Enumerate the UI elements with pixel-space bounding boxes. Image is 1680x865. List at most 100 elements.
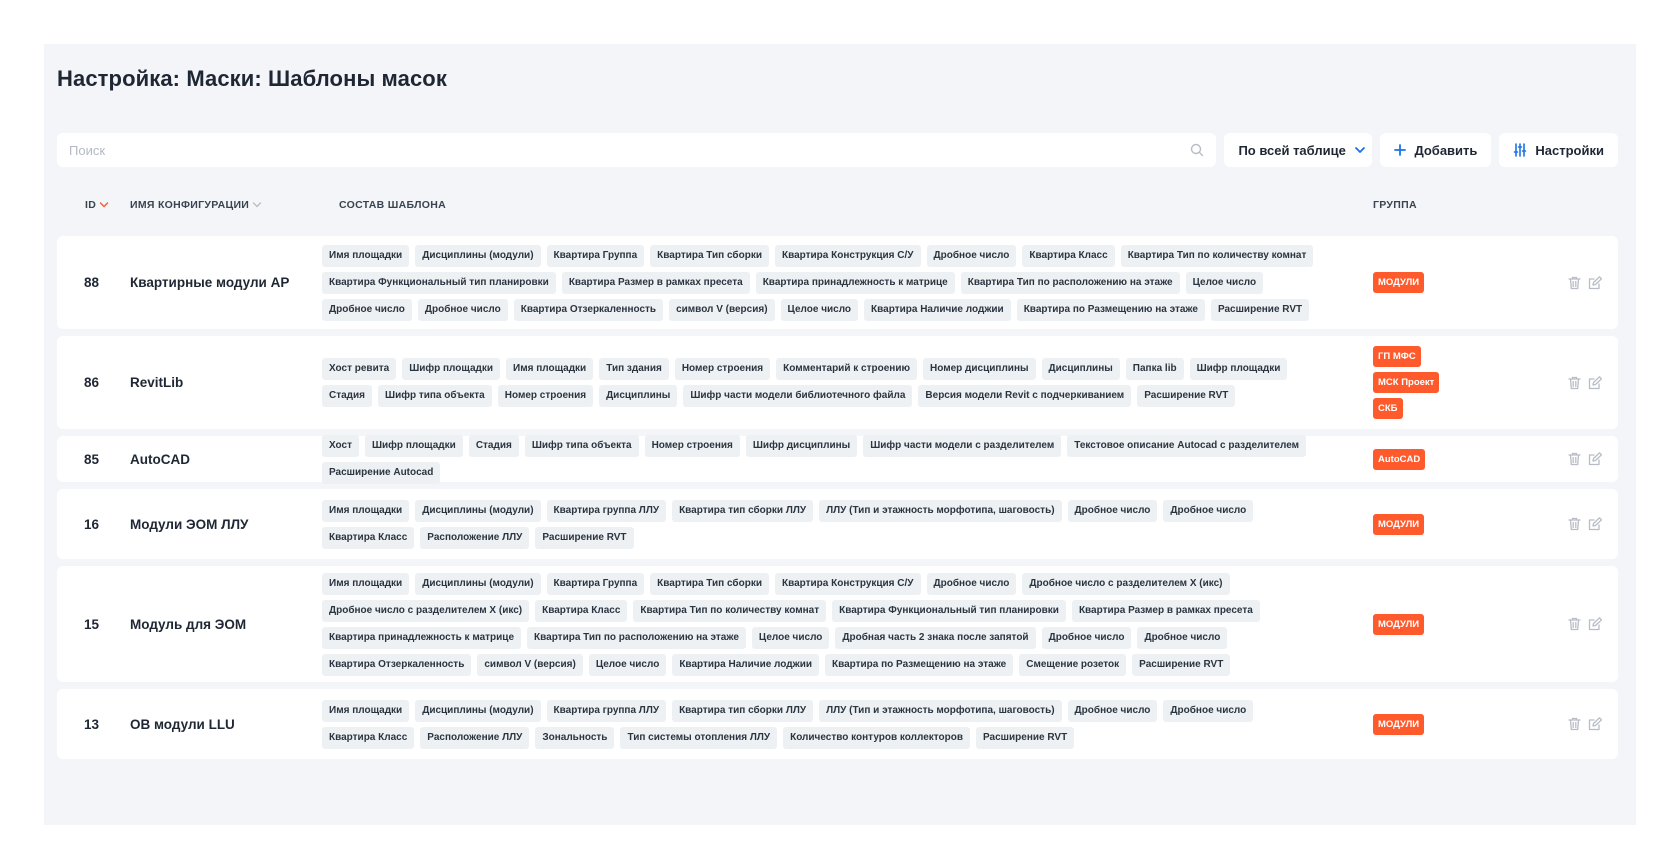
template-tag: Расширение RVT (976, 726, 1075, 749)
row-id: 88 (84, 275, 100, 290)
template-tag: Дисциплины (модули) (415, 244, 541, 267)
template-tag: Квартира Группа (546, 572, 645, 595)
row-id: 13 (84, 716, 100, 732)
template-tag: Дисциплины (модули) (415, 499, 541, 522)
edit-icon[interactable] (1588, 375, 1602, 390)
group-badge: МОДУЛИ (1373, 513, 1425, 535)
row-actions (1567, 717, 1602, 731)
template-tag: Количество контуров коллекторов (783, 726, 971, 749)
trash-icon[interactable] (1567, 517, 1581, 531)
add-button[interactable]: Добавить (1380, 133, 1492, 167)
add-button-label: Добавить (1414, 142, 1478, 158)
template-tag: Квартира Отзеркаленность (322, 653, 472, 676)
template-tag: Дробное число (1041, 626, 1132, 649)
template-tag: Номер строения (497, 385, 594, 407)
settings-button-label: Настройки (1535, 142, 1604, 158)
scope-dropdown[interactable]: По всей таблице (1224, 133, 1373, 167)
template-composition: Хост Шифр площадки Стадия Шифр типа объекта… (322, 423, 1332, 496)
search-box[interactable] (57, 133, 1217, 167)
template-tag: Шифр типа объекта (524, 434, 639, 457)
template-tag: Расположение ЛЛУ (420, 526, 530, 549)
template-tag: Зональность (535, 726, 615, 749)
template-tag: Дробное число с разделителем Х (икс) (1022, 572, 1230, 595)
table-row[interactable]: 86 RevitLib Хост ревита Шифр площадки Имя пл… (57, 336, 1618, 429)
table-row[interactable]: 88 Квартирные модули АР Имя площадки Дисцип… (57, 236, 1618, 329)
chevron-down-icon (1354, 146, 1366, 154)
edit-icon[interactable] (1588, 275, 1602, 290)
template-tag: Стадия (468, 434, 519, 457)
group-badge: МОДУЛИ (1373, 613, 1425, 635)
template-tag: Шифр площадки (402, 358, 501, 380)
group-cell: AutoCAD (1373, 448, 1426, 470)
template-tag: Дисциплины (модули) (415, 572, 541, 595)
column-header-name[interactable]: ИМЯ КОНФИГУРАЦИИ (130, 199, 262, 211)
template-tag: Тип системы отопления ЛЛУ (620, 726, 778, 749)
edit-icon[interactable] (1588, 717, 1602, 731)
table-row[interactable]: 13 ОВ модули LLU Имя площадки Дисциплины (м… (57, 689, 1618, 759)
edit-icon[interactable] (1588, 517, 1602, 531)
template-tag: символ V (версия) (669, 298, 775, 321)
template-tag: Шифр площадки (364, 434, 463, 457)
template-tag: Дробная часть 2 знака после запятой (835, 626, 1036, 649)
template-tag: Имя площадки (322, 499, 410, 522)
template-tag: Квартира Класс (1022, 244, 1115, 267)
template-composition: Хост ревита Шифр площадки Имя площадки Тип … (322, 346, 1332, 419)
group-cell: МОДУЛИ (1373, 613, 1425, 635)
template-composition: Имя площадки Дисциплины (модули) Квартира … (322, 688, 1332, 761)
search-input[interactable] (67, 141, 1189, 159)
row-id: 86 (84, 375, 100, 390)
trash-icon[interactable] (1567, 452, 1581, 466)
template-tag: Смещение розеток (1019, 653, 1127, 676)
column-header-id-label: ID (85, 199, 97, 211)
page-title: Настройка: Маски: Шаблоны масок (57, 66, 447, 91)
template-tag: Квартира Наличие лоджии (672, 653, 819, 676)
template-tag: ЛЛУ (Тип и этажность морфотипа, шаговост… (819, 499, 1062, 522)
template-tag: Квартира Размер в рамках пресета (1071, 599, 1260, 622)
template-tag: Дисциплины (1041, 358, 1120, 380)
row-config-name: Модуль для ЭОМ (130, 616, 247, 632)
trash-icon[interactable] (1567, 617, 1581, 631)
template-tag: Тип здания (599, 358, 669, 380)
template-tag: Версия модели Revit с подчеркиванием (918, 385, 1132, 407)
template-tag: Квартира Тип по количеству комнат (633, 599, 827, 622)
template-composition: Имя площадки Дисциплины (модули) Квартира … (322, 233, 1332, 333)
template-tag: Дробное число (1067, 499, 1158, 522)
sort-desc-icon (99, 202, 109, 208)
trash-icon[interactable] (1567, 717, 1581, 731)
table-row[interactable]: 16 Модули ЭОМ ЛЛУ Имя площадки Дисциплины (… (57, 489, 1618, 559)
row-id: 15 (84, 616, 100, 632)
trash-icon[interactable] (1567, 376, 1581, 390)
template-tag: символ V (версия) (477, 653, 583, 676)
template-tag: Квартира принадлежность к матрице (755, 271, 955, 294)
group-badge: МОДУЛИ (1373, 713, 1425, 735)
template-tag: Квартира Тип сборки (650, 244, 769, 267)
template-tag: Шифр части модели с разделителем (863, 434, 1062, 457)
column-header-composition: СОСТАВ ШАБЛОНА (339, 199, 446, 211)
edit-icon[interactable] (1588, 452, 1602, 466)
template-tag: Квартира группа ЛЛУ (546, 699, 667, 722)
group-badge: ГП МФС (1373, 346, 1421, 367)
table-row[interactable]: 15 Модуль для ЭОМ Имя площадки Дисциплины (… (57, 566, 1618, 682)
search-icon[interactable] (1188, 141, 1206, 159)
row-actions (1567, 617, 1602, 631)
toolbar: По всей таблице Добавить Настройки (57, 133, 1618, 167)
template-tag: Имя площадки (322, 244, 410, 267)
trash-icon[interactable] (1567, 276, 1581, 290)
template-tag: Квартира Класс (322, 526, 415, 549)
template-tag: Квартира Тип по расположению на этаже (960, 271, 1180, 294)
template-tag: Номер строения (674, 358, 771, 380)
template-tag: Квартира Класс (322, 726, 415, 749)
template-tag: Имя площадки (322, 699, 410, 722)
template-tag: Квартира Тип по расположению на этаже (527, 626, 746, 649)
column-header-group: ГРУППА (1373, 199, 1417, 211)
template-tag: Квартира Группа (546, 244, 645, 267)
group-badge: СКБ (1373, 398, 1403, 419)
template-composition: Имя площадки Дисциплины (модули) Квартира … (322, 488, 1332, 561)
settings-button[interactable]: Настройки (1499, 133, 1618, 167)
template-tag: Квартира группа ЛЛУ (546, 499, 667, 522)
table-row[interactable]: 85 AutoCAD Хост Шифр площадки Стадия Шифр тип… (57, 434, 1618, 484)
edit-icon[interactable] (1588, 617, 1602, 631)
template-tag: Квартира Тип сборки (650, 572, 769, 595)
column-header-id[interactable]: ID (85, 199, 109, 211)
group-badge: МСК Проект (1373, 372, 1440, 393)
